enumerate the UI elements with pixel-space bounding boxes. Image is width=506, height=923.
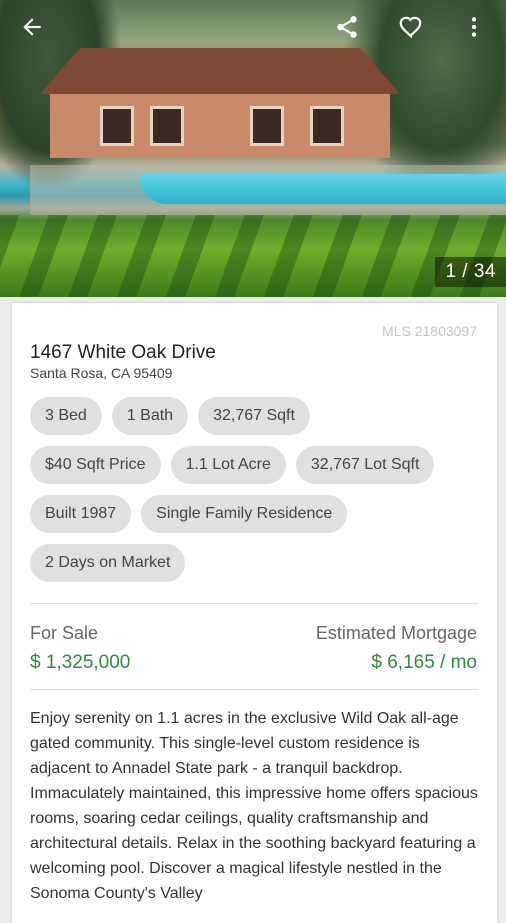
more-vert-icon[interactable] xyxy=(456,9,492,45)
photo-house xyxy=(40,48,400,158)
photo-toolbar xyxy=(0,0,506,54)
divider xyxy=(30,689,478,690)
address-line2: Santa Rosa, CA 95409 xyxy=(30,365,173,381)
chip-lot-acre: 1.1 Lot Acre xyxy=(170,446,286,484)
share-icon[interactable] xyxy=(329,9,365,45)
photo-lawn xyxy=(0,215,506,297)
chip-lot-sqft: 32,767 Lot Sqft xyxy=(295,446,435,484)
listing-photo[interactable]: 1 / 34 xyxy=(0,0,506,297)
mortgage-label: Estimated Mortgage xyxy=(315,623,477,643)
photo-counter: 1 / 34 xyxy=(435,257,506,287)
chip-year-built: Built 1987 xyxy=(30,495,132,533)
chip-beds: 3 Bed xyxy=(30,397,102,435)
listing-card: MLS 21803097 1467 White Oak Drive Santa … xyxy=(12,303,497,923)
status-label: For Sale xyxy=(30,623,99,643)
chip-days-on-market: 2 Days on Market xyxy=(30,544,186,582)
address-line1: 1467 White Oak Drive xyxy=(30,342,216,363)
arrow-back-icon[interactable] xyxy=(14,9,50,45)
feature-chips: 3 Bed 1 Bath 32,767 Sqft $40 Sqft Price … xyxy=(30,397,490,593)
divider xyxy=(30,603,478,604)
chip-sqft-price: $40 Sqft Price xyxy=(30,446,161,484)
chip-sqft: 32,767 Sqft xyxy=(198,397,310,435)
mls-number: MLS 21803097 xyxy=(382,323,477,339)
chip-baths: 1 Bath xyxy=(111,397,189,435)
photo-pool xyxy=(140,174,506,204)
heart-outline-icon[interactable] xyxy=(393,9,429,45)
listing-description: Enjoy serenity on 1.1 acres in the exclu… xyxy=(30,710,478,902)
price: $ 1,325,000 xyxy=(30,652,131,673)
chip-property-type: Single Family Residence xyxy=(141,495,348,533)
mortgage-amount[interactable]: $ 6,165 / mo xyxy=(371,652,477,674)
